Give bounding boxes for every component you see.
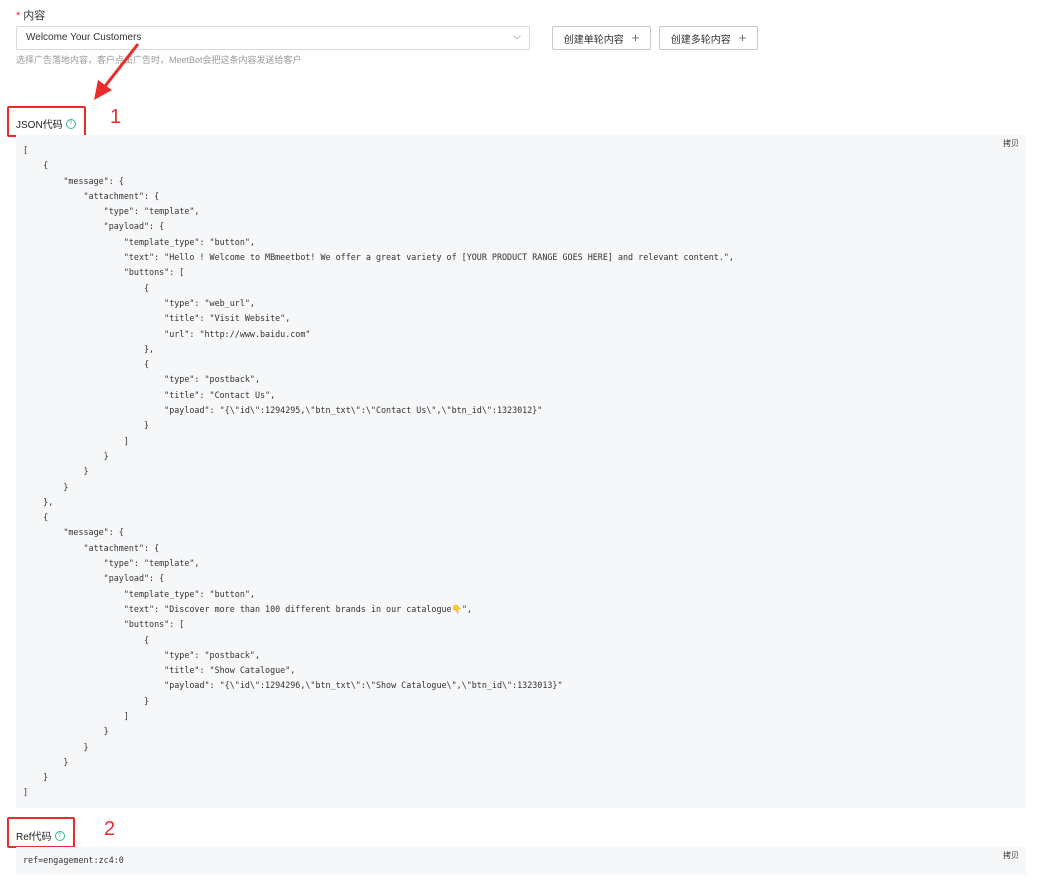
ref-copy-button[interactable]: 拷贝 [1003, 850, 1019, 861]
json-copy-button[interactable]: 拷贝 [1003, 138, 1019, 149]
json-section-title: JSON代码 ? [16, 116, 76, 131]
json-title-text: JSON代码 [16, 120, 63, 131]
create-single-label: 创建单轮内容 [563, 34, 624, 46]
json-code: [ { "message": { "attachment": { "type":… [23, 145, 734, 798]
content-label-text: 内容 [23, 10, 46, 22]
ref-title-text: Ref代码 [16, 832, 52, 843]
plus-icon: + [738, 30, 747, 45]
required-mark: * [16, 10, 21, 22]
ref-code-block: ref=engagement:zc4:0 [16, 847, 1026, 875]
annotation-number-1: 1 [110, 106, 122, 128]
json-code-block: [ { "message": { "attachment": { "type":… [16, 135, 1026, 808]
red-arrow [94, 43, 140, 100]
plus-icon: + [631, 30, 640, 45]
create-multi-content-button[interactable]: 创建多轮内容 + [659, 26, 758, 50]
chevron-down-icon [513, 35, 521, 40]
question-circle-icon[interactable]: ? [54, 830, 65, 841]
annotation-number-2: 2 [104, 818, 116, 840]
question-circle-icon[interactable]: ? [65, 118, 76, 129]
content-field-label: * 内容 [16, 7, 45, 23]
create-multi-label: 创建多轮内容 [670, 34, 731, 46]
ref-section-title: Ref代码 ? [16, 828, 65, 843]
ref-code: ref=engagement:zc4:0 [23, 855, 124, 865]
create-single-content-button[interactable]: 创建单轮内容 + [552, 26, 651, 50]
content-hint: 选择广告落地内容，客户点击广告时，MeetBot会把这条内容发送给客户 [16, 55, 302, 65]
